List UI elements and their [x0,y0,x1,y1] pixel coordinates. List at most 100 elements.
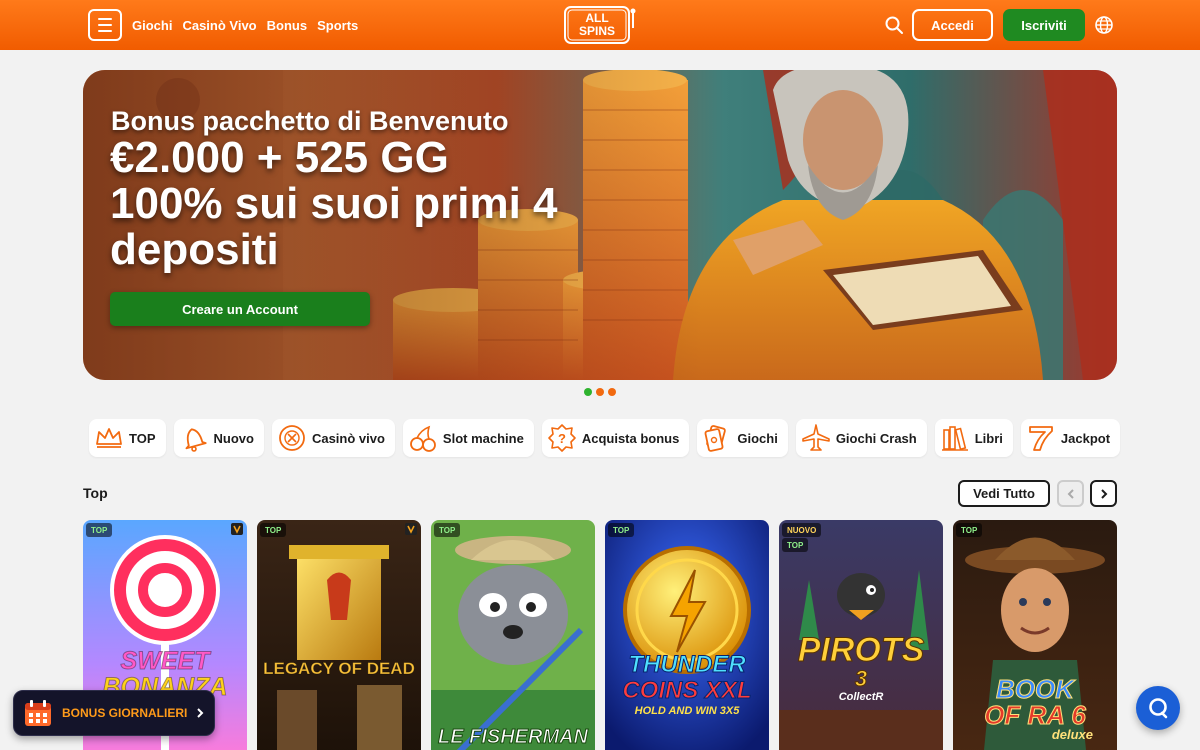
main-nav: Giochi Casinò Vivo Bonus Sports [132,0,358,50]
top-games-carousel: SWEET BONANZA 2500 TOP LEGACY OF DEAD TO… [83,520,1117,750]
category-label: Slot machine [442,430,524,446]
books-icon [941,426,968,451]
category-label: TOP [129,430,156,446]
welcome-bonus-banner[interactable]: Bonus pacchetto di Benvenuto €2.000 + 52… [83,70,1117,380]
category-slot-machine[interactable]: Slot machine [402,419,534,457]
game-title-line: COINS XXL [622,677,752,704]
provider-v-icon [231,523,243,535]
game-tile-pirots-3[interactable]: PIROTS 3 CollectR NUOVO TOP [779,520,943,750]
crown-icon [96,428,122,448]
language-globe-icon[interactable] [1094,15,1114,35]
category-nuovo[interactable]: Nuovo [173,419,264,457]
cherries-icon [410,425,436,452]
game-tile-legacy-of-dead[interactable]: LEGACY OF DEAD TOP [257,520,421,750]
badge-nuovo: NUOVO [782,523,822,537]
category-casino-vivo[interactable]: Casinò vivo [271,419,395,457]
bell-icon [185,428,207,452]
banner-title-line: €2.000 + 525 GG [110,133,449,182]
game-artwork [431,520,595,750]
category-acquista-bonus[interactable]: ? Acquista bonus [541,419,690,457]
svg-text:?: ? [558,431,566,446]
badge-top: TOP [434,523,461,537]
menu-icon-bar [98,30,112,32]
menu-icon-bar [98,24,112,26]
game-subtitle: CollectR [838,691,884,703]
banner-title-line: depositi [110,225,279,274]
game-title-line: BOOK [996,674,1075,704]
site-logo[interactable]: ALL SPINS [563,4,637,46]
category-label: Giochi [737,430,778,446]
search-icon[interactable] [884,15,904,35]
chip-icon [279,425,305,451]
badge-top: TOP [260,523,287,537]
game-tile-le-fisherman[interactable]: LE FISHERMAN TOP [431,520,595,750]
seven-icon [1029,426,1053,451]
game-tile-book-of-ra-6[interactable]: BOOK OF RA 6 deluxe TOP [953,520,1117,750]
category-label: Libri [974,430,1003,446]
slider-dot-active[interactable] [584,388,592,396]
menu-icon-bar [98,18,112,20]
slider-dots [584,388,616,396]
menu-button[interactable] [88,9,122,41]
daily-bonus-button[interactable]: BONUS GIORNALIERI [13,690,215,736]
carousel-next-button[interactable] [1090,480,1117,507]
nav-casino-vivo[interactable]: Casinò Vivo [182,18,256,33]
game-subtitle: deluxe [1051,727,1093,742]
game-title: LEGACY OF DEAD [263,659,416,679]
game-title: PIROTS 3 CollectR [779,632,943,704]
banner-title: €2.000 + 525 GG 100% sui suoi primi 4 de… [110,135,650,273]
chevron-right-icon [1100,488,1107,499]
badge-top: TOP [608,523,635,537]
top-header: Giochi Casinò Vivo Bonus Sports ALL SPIN… [0,0,1200,50]
carousel-prev-button[interactable] [1057,480,1084,507]
signup-button[interactable]: Iscriviti [1003,9,1085,41]
svg-text:ALL: ALL [585,11,608,25]
game-title-line: 3 [854,666,868,691]
game-artwork [257,520,421,750]
game-title-line: PIROTS [797,631,925,669]
category-top[interactable]: TOP [89,419,166,457]
category-label: Jackpot [1060,430,1111,446]
view-all-button[interactable]: Vedi Tutto [958,480,1050,507]
category-giochi-crash[interactable]: Giochi Crash [795,419,927,457]
chevron-left-icon [1067,488,1074,499]
login-button[interactable]: Accedi [912,9,993,41]
category-libri[interactable]: Libri [934,419,1013,457]
create-account-button[interactable]: Creare un Account [110,292,370,326]
nav-giochi[interactable]: Giochi [132,18,172,33]
category-label: Nuovo [213,430,254,446]
game-title: THUNDER COINS XXL HOLD AND WIN 3X5 [605,651,769,718]
game-title: LE FISHERMAN [438,726,589,749]
nav-sports[interactable]: Sports [317,18,358,33]
question-badge-icon: ? [548,424,576,452]
badge-top: TOP [956,523,983,537]
plane-icon [802,424,830,451]
game-title-line: THUNDER [628,651,746,678]
game-tile-thunder-coins-xxl[interactable]: THUNDER COINS XXL HOLD AND WIN 3X5 TOP [605,520,769,750]
game-subtitle: HOLD AND WIN 3X5 [634,705,740,717]
provider-v-icon [405,523,417,535]
badge-top: TOP [782,538,809,552]
category-bar: TOP Nuovo Casinò vivo Slot machine ? Acq… [89,419,1121,457]
slider-dot[interactable] [608,388,616,396]
chevron-right-icon [197,708,204,718]
category-label: Giochi Crash [835,430,917,446]
category-jackpot[interactable]: Jackpot [1020,419,1121,457]
game-title: BOOK OF RA 6 deluxe [953,676,1117,742]
game-title-line: OF RA 6 [984,700,1087,730]
badge-top: TOP [86,523,113,537]
nav-bonus[interactable]: Bonus [267,18,307,33]
banner-title-line: 100% sui suoi primi 4 [110,179,558,228]
category-label: Acquista bonus [581,430,680,446]
category-giochi[interactable]: Giochi [697,419,788,457]
category-label: Casinò vivo [311,430,385,446]
svg-text:SPINS: SPINS [579,24,615,38]
slider-dot[interactable] [596,388,604,396]
game-title-line: SWEET [120,647,210,675]
daily-bonus-label: BONUS GIORNALIERI [62,706,188,720]
cards-icon [704,425,727,452]
calendar-gift-icon [25,700,51,726]
section-title-top: Top [83,485,108,501]
chat-bubble-icon [1149,698,1168,719]
live-chat-button[interactable] [1136,686,1180,730]
